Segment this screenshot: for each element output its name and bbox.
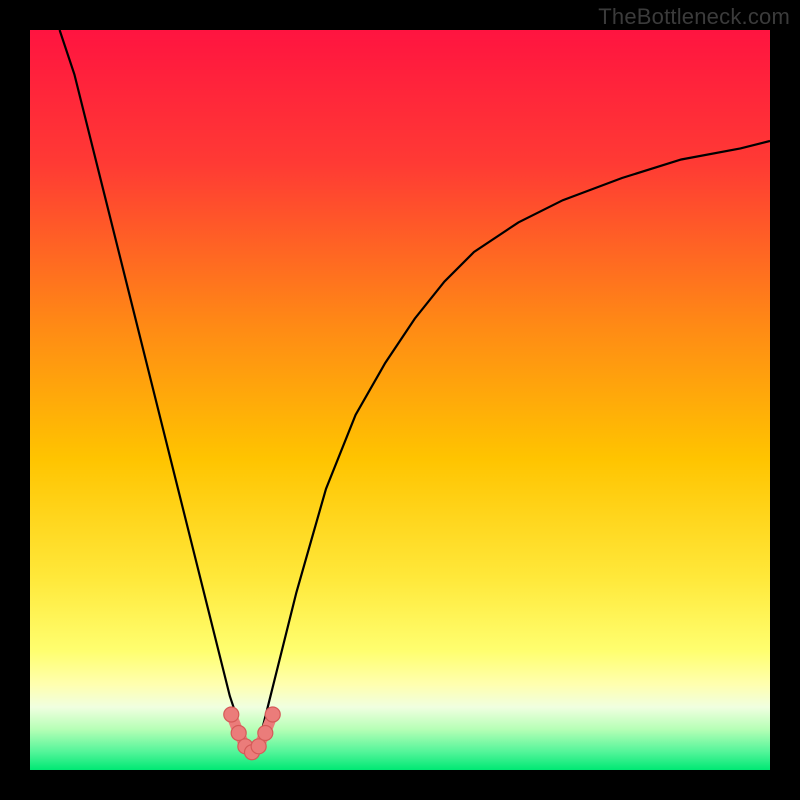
chart-svg — [30, 30, 770, 770]
plot-area — [30, 30, 770, 770]
marker-dot — [265, 707, 280, 722]
marker-dot — [224, 707, 239, 722]
figure-root: TheBottleneck.com — [0, 0, 800, 800]
gradient-background — [30, 30, 770, 770]
marker-dot — [251, 739, 266, 754]
marker-dot — [231, 726, 246, 741]
marker-dot — [258, 726, 273, 741]
attribution-watermark: TheBottleneck.com — [598, 4, 790, 30]
